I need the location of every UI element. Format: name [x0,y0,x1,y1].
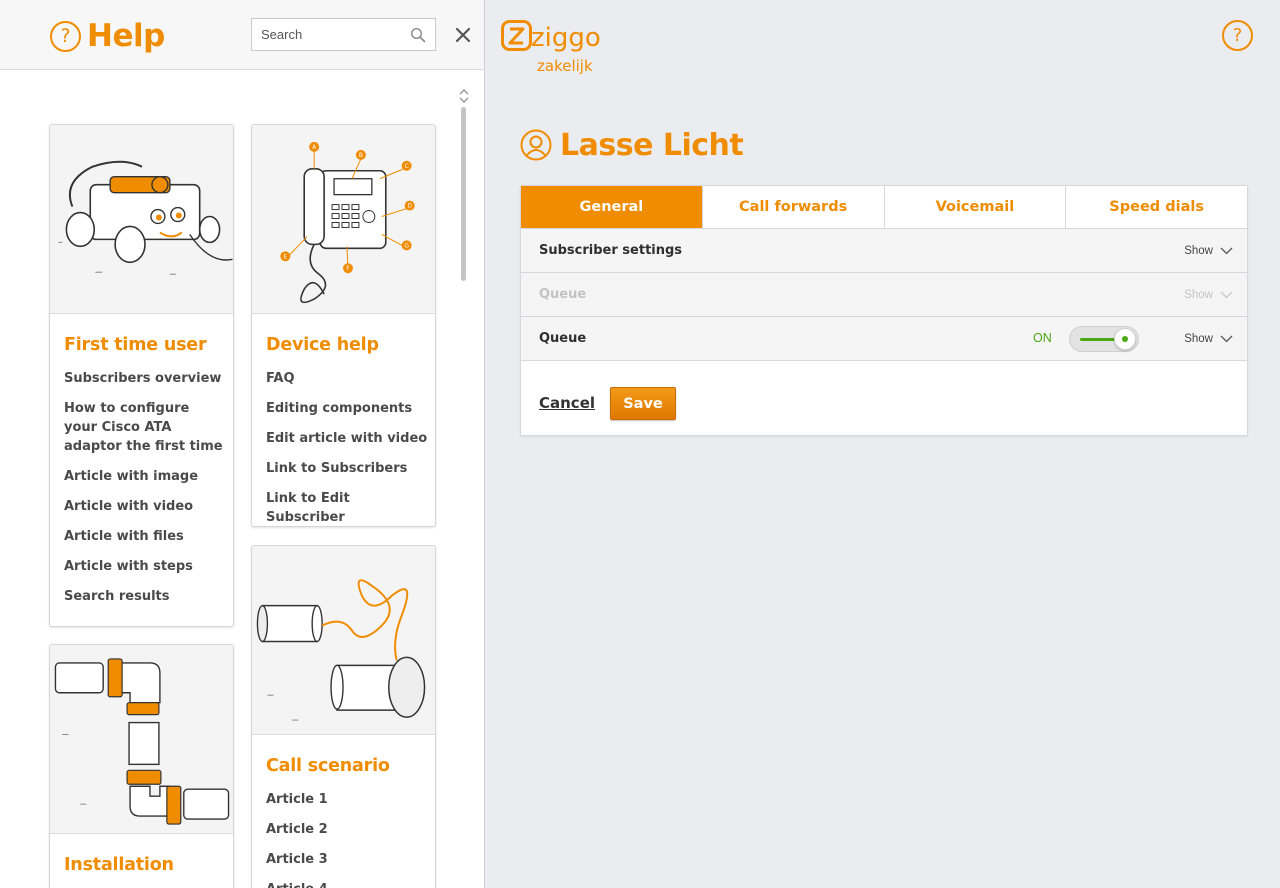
card-device-help[interactable]: A B C D E F G Device help FAQ Editing co… [251,124,436,527]
chevron-down-icon [1220,291,1233,298]
help-search-box[interactable] [251,18,436,51]
tab-bar: General Call forwards Voicemail Speed di… [521,186,1247,229]
queue-toggle-switch[interactable] [1069,326,1139,352]
help-link[interactable]: Article with steps [64,557,224,576]
tab-call-forwards[interactable]: Call forwards [702,186,885,228]
show-label: Show [1184,244,1213,257]
desk-phone-diagram-illustration: A B C D E F G [252,125,435,314]
help-link[interactable]: How to configure your Cisco ATA adaptor … [64,399,224,456]
row-label: Queue [539,287,587,302]
tin-can-phone-illustration [252,546,435,735]
help-link[interactable]: Article with image [64,467,224,486]
toggle-state-label: ON [1033,331,1052,345]
toy-telephone-illustration [50,125,233,314]
section-row-subscriber-settings[interactable]: Subscriber settings Show [521,229,1247,273]
help-link[interactable]: Subscribers overview [64,369,224,388]
brand-name-text: ziggo [531,23,601,53]
card-title[interactable]: Installation [64,855,174,875]
diagram-letter: B [359,152,363,159]
toggle-knob[interactable] [1114,328,1136,350]
tab-speed-dials[interactable]: Speed dials [1066,186,1247,228]
close-icon[interactable] [452,24,474,46]
user-icon [520,129,552,161]
help-link[interactable]: Article 3 [266,850,431,869]
card-title[interactable]: First time user [64,335,207,355]
help-panel: ? Help Search First time user Subscriber… [0,0,485,888]
tab-general[interactable]: General [521,186,703,228]
save-button[interactable]: Save [610,387,676,420]
help-link[interactable]: Link to Subscribers [266,459,431,478]
help-link[interactable]: Editing components [266,399,431,418]
show-label: Show [1184,288,1213,301]
ziggo-logo: ziggo [501,20,601,53]
help-link[interactable]: Article 4 [266,880,431,888]
diagram-letter: F [346,265,350,272]
search-icon[interactable] [410,27,426,43]
subscriber-settings-panel: General Call forwards Voicemail Speed di… [520,185,1248,436]
show-label: Show [1184,332,1213,345]
show-toggle: Show [1184,273,1233,316]
diagram-letter: D [407,203,412,210]
help-search-input[interactable] [252,19,402,50]
row-label: Queue [539,331,587,346]
help-link[interactable]: Article with files [64,527,224,546]
section-row-queue[interactable]: Queue ON Show [521,317,1247,361]
card-installation[interactable]: Installation [49,644,234,888]
row-label: Subscriber settings [539,243,683,258]
help-link[interactable]: Search results [64,587,224,606]
help-header: ? Help [0,0,484,70]
show-toggle[interactable]: Show [1184,229,1233,272]
page-title: Lasse Licht [560,128,744,163]
help-link[interactable]: Article 1 [266,790,431,809]
chevron-down-icon [1220,335,1233,342]
help-link[interactable]: Article 2 [266,820,431,839]
diagram-letter: E [283,253,287,260]
diagram-letter: G [404,242,409,249]
section-row-queue-disabled: Queue Show [521,273,1247,317]
scrollbar-thumb[interactable] [461,107,466,281]
diagram-letter: C [405,163,409,170]
card-first-time-user[interactable]: First time user Subscribers overview How… [49,124,234,627]
chevron-down-icon [1220,247,1233,254]
help-link[interactable]: Edit article with video [266,429,431,448]
pipes-illustration [50,645,233,834]
help-link[interactable]: FAQ [266,369,431,388]
help-icon[interactable]: ? [1222,20,1253,51]
show-toggle[interactable]: Show [1184,317,1233,360]
brand-subtitle: zakelijk [537,57,593,75]
help-link[interactable]: Article with video [64,497,224,516]
help-title: Help [87,18,165,54]
tab-voicemail[interactable]: Voicemail [884,186,1067,228]
card-title[interactable]: Call scenario [266,756,390,776]
help-link[interactable]: Link to Edit Subscriber [266,489,431,526]
card-call-scenario[interactable]: Call scenario Article 1 Article 2 Articl… [251,545,436,888]
cancel-button[interactable]: Cancel [539,394,595,412]
scroll-arrows-icon[interactable] [457,88,471,104]
card-title[interactable]: Device help [266,335,379,355]
help-question-icon: ? [50,21,81,52]
